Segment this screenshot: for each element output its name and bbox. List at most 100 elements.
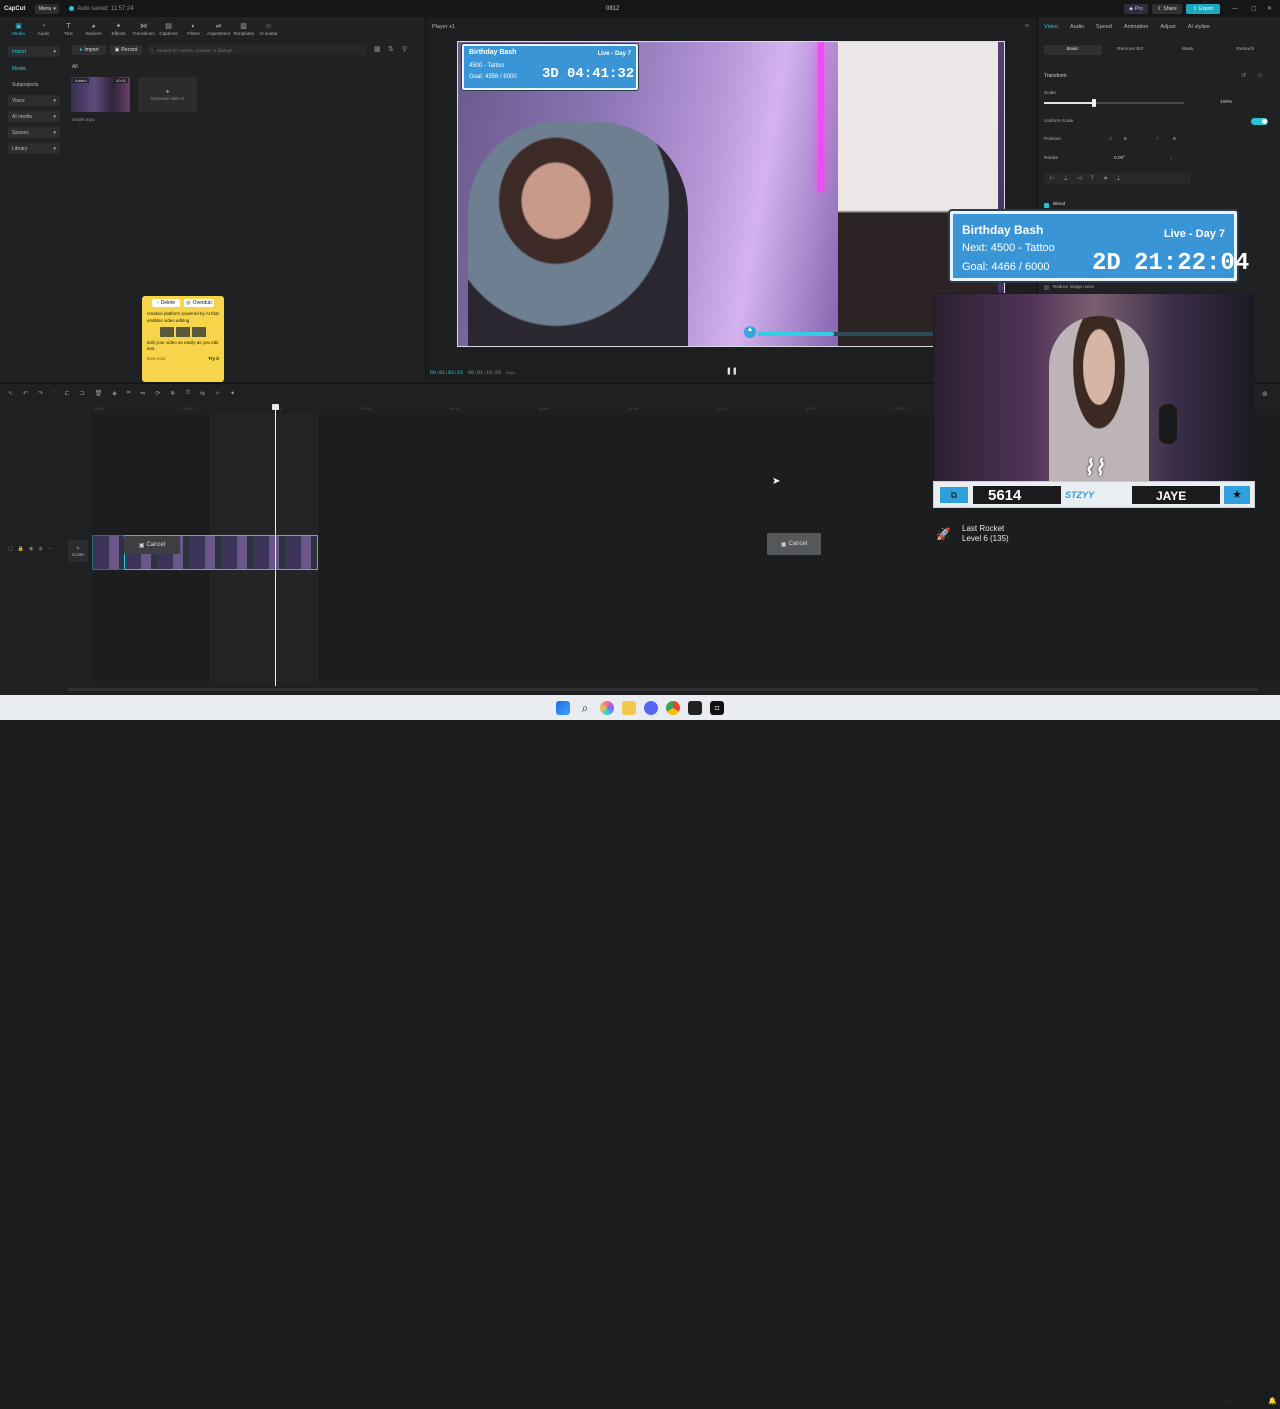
copilot-icon[interactable] [600,701,614,715]
undo-icon[interactable]: ↶ [23,390,28,397]
player-menu-icon[interactable]: ≡ [1025,23,1029,30]
tool-audio[interactable]: ◔ Audio [31,23,56,39]
align-left-icon[interactable]: ⊢ [1050,175,1055,182]
shield-icon[interactable]: ◈ [112,390,117,397]
maximize-icon[interactable]: ▢ [1251,5,1257,12]
ratio-badge[interactable]: Ratio [506,370,515,375]
tool-media[interactable]: ▣ Media [6,23,31,39]
nav-media[interactable]: Media [8,63,60,74]
volume-icon[interactable]: ◖ [1212,1397,1216,1404]
subtab-basic[interactable]: Basic [1044,45,1102,55]
scale-slider[interactable] [1044,99,1184,107]
speed-icon[interactable]: ⏱ [185,390,190,397]
playhead[interactable] [272,404,279,686]
promo-later-link[interactable]: Bow now [147,356,165,361]
select-icon[interactable]: ↖ [8,390,13,397]
reset-icon[interactable]: ↺ [1241,72,1246,79]
cancel-button-clip[interactable]: ▣ Cancel [124,536,180,554]
filter-all[interactable]: All [72,64,78,70]
close-icon[interactable]: ✕ [1267,5,1272,12]
capcut-icon[interactable]: ⌗ [710,701,724,715]
mute-icon[interactable]: ◍ [38,546,42,552]
tool-effects[interactable]: ✦ Effects [106,23,131,39]
ai-icon[interactable]: ✧ [215,390,220,397]
playhead-handle[interactable] [272,404,279,410]
search-box[interactable]: ⌕ Search for names, scenes, or dialogs [148,45,366,55]
position-y-value[interactable]: 0 [1173,137,1176,142]
tool-filters[interactable]: ◐ Filters [181,23,206,39]
wifi-icon[interactable]: ◠ [1198,1397,1204,1405]
scrub-bar[interactable] [758,332,948,336]
subtab-retouch[interactable]: Retouch [1217,45,1275,55]
tool-templates[interactable]: ▥ Templates [231,23,256,39]
zoom-fit-icon[interactable]: ⊕ [1262,390,1268,398]
rotate-value[interactable]: 0.00° [1114,156,1125,161]
nav-yours[interactable]: Yours ▾ [8,95,60,106]
discord-icon[interactable] [644,701,658,715]
split-left-icon[interactable]: ⊏ [65,390,70,397]
promo-try-link[interactable]: Try it [208,356,219,361]
tool-captions[interactable]: ▤ Captions [156,23,181,39]
magic-icon[interactable]: ✦ [230,390,235,397]
tab-video[interactable]: Video [1044,24,1058,30]
reduce-noise-checkbox[interactable] [1044,285,1049,290]
nav-spaces[interactable]: Spaces ▾ [8,127,60,138]
reverse-icon[interactable]: ⇆ [200,390,205,397]
promo-overdub-button[interactable]: ◎ Overdub [184,299,214,307]
generate-ai-card[interactable]: ✦ Generate with AI [138,77,197,112]
clock-date[interactable]: 8/12/2025 [1230,1403,1252,1409]
pause-icon[interactable]: ❚❚ [726,367,738,375]
tab-adjust[interactable]: Adjust [1160,24,1175,30]
record-button[interactable]: ▣ Record [110,45,142,55]
redo-icon[interactable]: ↷ [38,390,43,397]
nav-subprojects[interactable]: Subprojects [8,79,60,90]
obs-icon[interactable] [688,701,702,715]
subtab-mask[interactable]: Mask [1159,45,1217,55]
notification-icon[interactable]: 🔔 [1268,1397,1277,1405]
cover-button[interactable]: ✎ Cover [68,540,88,562]
nav-library[interactable]: Library ▾ [8,143,60,154]
scale-value[interactable]: 100% [1220,100,1232,105]
position-x-value[interactable]: 0 [1124,137,1127,142]
sort-icon[interactable]: ⇅ [388,45,394,53]
filter-icon[interactable]: ⚲ [402,45,407,53]
align-bottom-icon[interactable]: ⊥ [1116,175,1121,182]
tab-audio[interactable]: Audio [1070,24,1084,30]
align-center-icon[interactable]: ⊥ [1063,175,1068,182]
clock-time[interactable]: 11:58 AM [1232,1395,1253,1401]
windows-start-icon[interactable] [556,701,570,715]
lock-icon[interactable]: 🔒 [18,546,24,552]
align-middle-icon[interactable]: ≑ [1103,175,1108,182]
freeze-icon[interactable]: ❄ [170,390,175,397]
cancel-button[interactable]: ▣ Cancel [767,533,821,555]
keyframe-icon[interactable]: ◇ [1258,72,1263,79]
import-button[interactable]: ● Import [72,45,106,55]
pro-button[interactable]: ◆ Pro [1124,3,1148,14]
nav-import[interactable]: Import ▾ [8,46,60,57]
blend-checkbox[interactable] [1044,203,1049,208]
tab-speed[interactable]: Speed [1096,24,1112,30]
export-button[interactable]: ⇧ Export [1186,3,1220,14]
share-button[interactable]: ⇪ Share [1152,3,1182,14]
file-explorer-icon[interactable] [622,701,636,715]
tab-ai-stylize[interactable]: AI stylize [1188,24,1210,30]
uniform-scale-toggle[interactable] [1251,118,1268,125]
nav-ai-media[interactable]: AI media ▾ [8,111,60,122]
minimize-icon[interactable]: — [1232,6,1238,12]
more-icon[interactable]: ⋯ [48,546,53,552]
tool-transitions[interactable]: ⋈ Transitions [131,23,156,39]
chrome-icon[interactable] [666,701,680,715]
subtab-remove-bg[interactable]: Remove BG [1102,45,1160,55]
timeline-scrollbar[interactable] [68,688,1258,691]
align-top-icon[interactable]: ⊤ [1090,175,1095,182]
scale-slider-knob[interactable] [1092,99,1097,107]
align-right-icon[interactable]: ⊣ [1076,175,1081,182]
promo-delete-button[interactable]: ▫ Delete [152,299,180,307]
crop-icon[interactable]: ⌗ [127,390,130,397]
eye-icon[interactable]: ◉ [29,546,33,552]
tool-ai-avatar[interactable]: ☺ AI avatar [256,23,281,39]
media-clip-thumbnail[interactable]: Added 00:01 [71,77,130,112]
split-icon[interactable]: ⫶ [53,390,55,397]
delete-icon[interactable]: 🗑 [95,390,103,397]
tool-stickers[interactable]: ◕ Stickers [81,23,106,39]
